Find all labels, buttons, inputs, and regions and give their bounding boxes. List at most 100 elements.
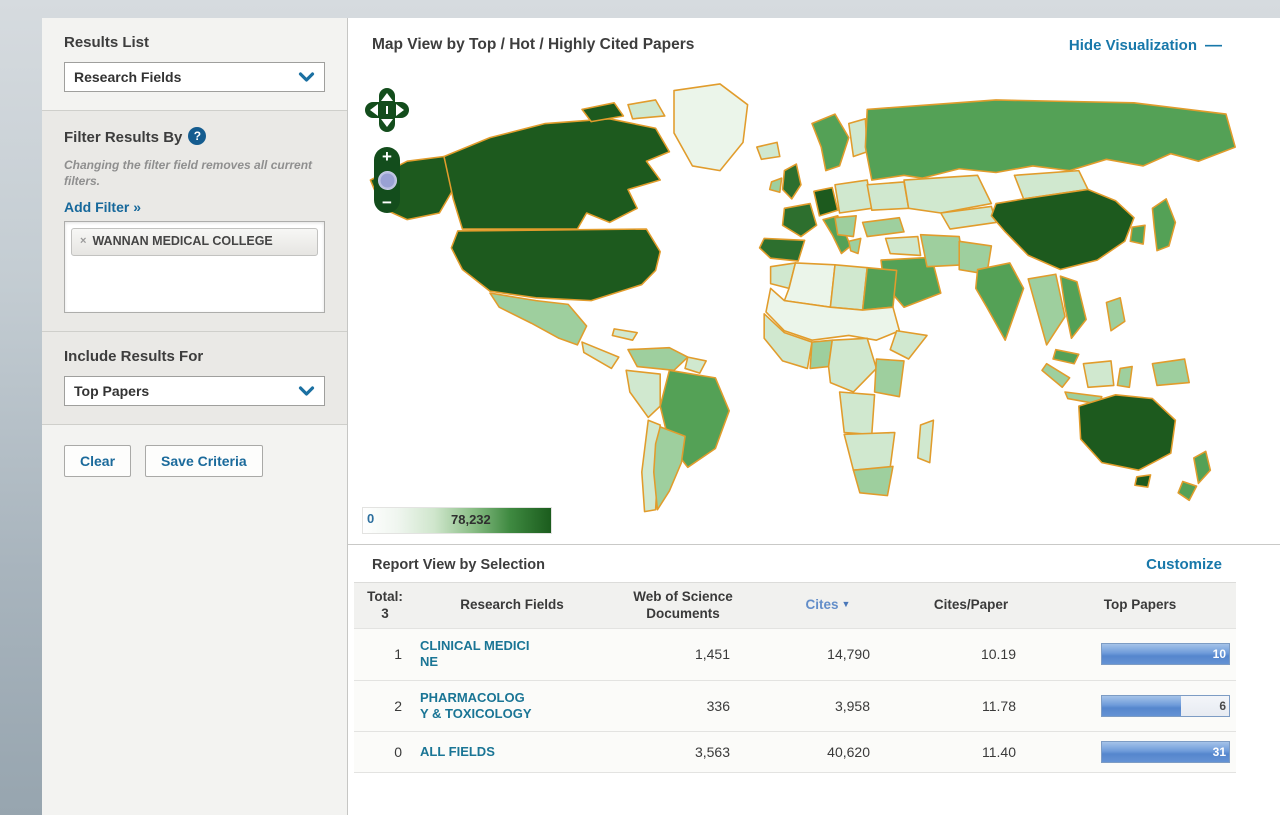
include-results-heading: Include Results For bbox=[64, 348, 325, 365]
actions-section: Clear Save Criteria bbox=[42, 425, 347, 497]
country-canada-islands bbox=[582, 103, 623, 122]
save-criteria-button[interactable]: Save Criteria bbox=[145, 445, 263, 477]
filter-section: Filter Results By? Changing the filter f… bbox=[42, 111, 347, 332]
row-cites: 3,958 bbox=[758, 689, 898, 723]
map-legend: 0 78,232 bbox=[362, 507, 552, 534]
country-angola-zambia bbox=[840, 392, 875, 434]
country-japan bbox=[1152, 199, 1175, 251]
table-row: 1 CLINICAL MEDICINE 1,451 14,790 10.19 1… bbox=[354, 629, 1236, 681]
country-scandinavia bbox=[812, 114, 849, 171]
country-greece bbox=[849, 238, 861, 253]
table-row: 0 ALL FIELDS 3,563 40,620 11.40 31 bbox=[354, 732, 1236, 773]
column-total: Total: 3 bbox=[354, 583, 416, 627]
top-papers-bar-fill bbox=[1102, 644, 1229, 664]
sidebar: Results List Research Fields Filter Resu… bbox=[42, 18, 348, 815]
field-link[interactable]: ALL FIELDS bbox=[420, 744, 532, 760]
country-uk bbox=[783, 164, 801, 199]
top-papers-bar: 10 bbox=[1101, 643, 1230, 665]
country-balkans bbox=[835, 216, 856, 237]
country-new-zealand bbox=[1194, 451, 1211, 483]
country-new-zealand-south bbox=[1178, 481, 1196, 500]
country-ukraine bbox=[867, 182, 908, 210]
top-papers-value: 6 bbox=[1219, 699, 1226, 713]
country-kenya-tanzania bbox=[875, 359, 904, 397]
country-philippines bbox=[1106, 298, 1124, 331]
filter-note: Changing the filter field removes all cu… bbox=[64, 157, 325, 189]
country-guyanas bbox=[685, 357, 706, 373]
globe-icon[interactable] bbox=[378, 171, 397, 190]
country-korea bbox=[1130, 225, 1145, 244]
zoom-in-icon[interactable]: + bbox=[382, 149, 392, 165]
world-choropleth-map[interactable] bbox=[352, 67, 1272, 538]
chevron-down-icon bbox=[298, 72, 315, 83]
country-libya bbox=[830, 265, 867, 310]
results-list-section: Results List Research Fields bbox=[42, 18, 347, 111]
include-results-dropdown[interactable]: Top Papers bbox=[64, 376, 325, 406]
map-zoom-control[interactable]: + − bbox=[374, 147, 400, 213]
report-view-title: Report View by Selection bbox=[372, 557, 545, 573]
row-cites-per-paper: 10.19 bbox=[898, 637, 1044, 671]
zoom-out-icon[interactable]: − bbox=[382, 195, 392, 211]
report-view-header: Report View by Selection Customize bbox=[348, 544, 1280, 582]
results-list-value: Research Fields bbox=[74, 69, 181, 85]
country-iraq bbox=[886, 237, 921, 256]
row-cites-per-paper: 11.40 bbox=[898, 735, 1044, 769]
legend-max-value: 78,232 bbox=[451, 512, 491, 527]
field-link[interactable]: PHARMACOLOGY & TOXICOLOGY bbox=[420, 690, 532, 723]
help-icon[interactable]: ? bbox=[188, 127, 206, 145]
chevron-down-icon bbox=[298, 386, 315, 397]
country-sumatra bbox=[1042, 364, 1070, 388]
country-central-africa bbox=[829, 338, 877, 392]
column-research-fields: Research Fields bbox=[416, 591, 608, 619]
minus-icon: — bbox=[1205, 35, 1222, 55]
app-window: Results List Research Fields Filter Resu… bbox=[42, 18, 1280, 815]
map-pan-control[interactable] bbox=[364, 87, 410, 133]
country-colombia-venezuela bbox=[628, 348, 688, 371]
country-central-america bbox=[582, 342, 619, 368]
hide-visualization-label: Hide Visualization bbox=[1069, 37, 1197, 54]
country-canada bbox=[444, 119, 669, 229]
country-poland bbox=[835, 180, 872, 213]
remove-filter-icon[interactable]: × bbox=[80, 234, 86, 249]
pan-center-mark bbox=[386, 106, 388, 114]
top-papers-bar-fill bbox=[1102, 742, 1229, 762]
add-filter-link[interactable]: Add Filter » bbox=[64, 199, 141, 215]
country-myanmar-thailand bbox=[1028, 274, 1065, 345]
country-sulawesi bbox=[1117, 367, 1132, 388]
country-tasmania bbox=[1135, 475, 1151, 487]
country-russia bbox=[865, 100, 1235, 180]
filter-results-heading: Filter Results By? bbox=[64, 127, 325, 146]
country-cuba bbox=[612, 329, 637, 340]
hide-visualization-link[interactable]: Hide Visualization — bbox=[1069, 35, 1222, 55]
field-link[interactable]: CLINICAL MEDICINE bbox=[420, 638, 532, 671]
row-cites: 40,620 bbox=[758, 735, 898, 769]
row-rank: 0 bbox=[354, 735, 416, 769]
table-row: 2 PHARMACOLOGY & TOXICOLOGY 336 3,958 11… bbox=[354, 681, 1236, 733]
row-documents: 3,563 bbox=[608, 735, 758, 769]
column-cites-per-paper: Cites/Paper bbox=[898, 591, 1044, 619]
row-rank: 2 bbox=[354, 689, 416, 723]
country-australia bbox=[1079, 395, 1176, 470]
country-south-africa bbox=[853, 466, 893, 495]
top-papers-value: 31 bbox=[1213, 745, 1226, 759]
column-cites-sortable[interactable]: Cites▼ bbox=[758, 591, 898, 619]
legend-min-value: 0 bbox=[367, 511, 374, 526]
top-papers-bar-fill bbox=[1102, 696, 1181, 716]
country-new-guinea bbox=[1152, 359, 1189, 385]
country-madagascar bbox=[918, 420, 934, 462]
include-results-value: Top Papers bbox=[74, 383, 149, 399]
column-top-papers: Top Papers bbox=[1044, 591, 1236, 619]
country-ireland bbox=[770, 178, 782, 192]
country-egypt bbox=[863, 268, 897, 310]
country-vietnam bbox=[1060, 276, 1086, 338]
country-peru bbox=[626, 370, 660, 417]
filter-tag[interactable]: × WANNAN MEDICAL COLLEGE bbox=[71, 228, 318, 256]
customize-link[interactable]: Customize bbox=[1146, 556, 1222, 573]
country-malaysia bbox=[1053, 350, 1079, 364]
country-borneo bbox=[1083, 361, 1113, 387]
page-background: Results List Research Fields Filter Resu… bbox=[0, 0, 1280, 815]
results-list-dropdown[interactable]: Research Fields bbox=[64, 62, 325, 92]
country-france bbox=[783, 204, 817, 237]
country-germany bbox=[814, 188, 838, 216]
clear-button[interactable]: Clear bbox=[64, 445, 131, 477]
